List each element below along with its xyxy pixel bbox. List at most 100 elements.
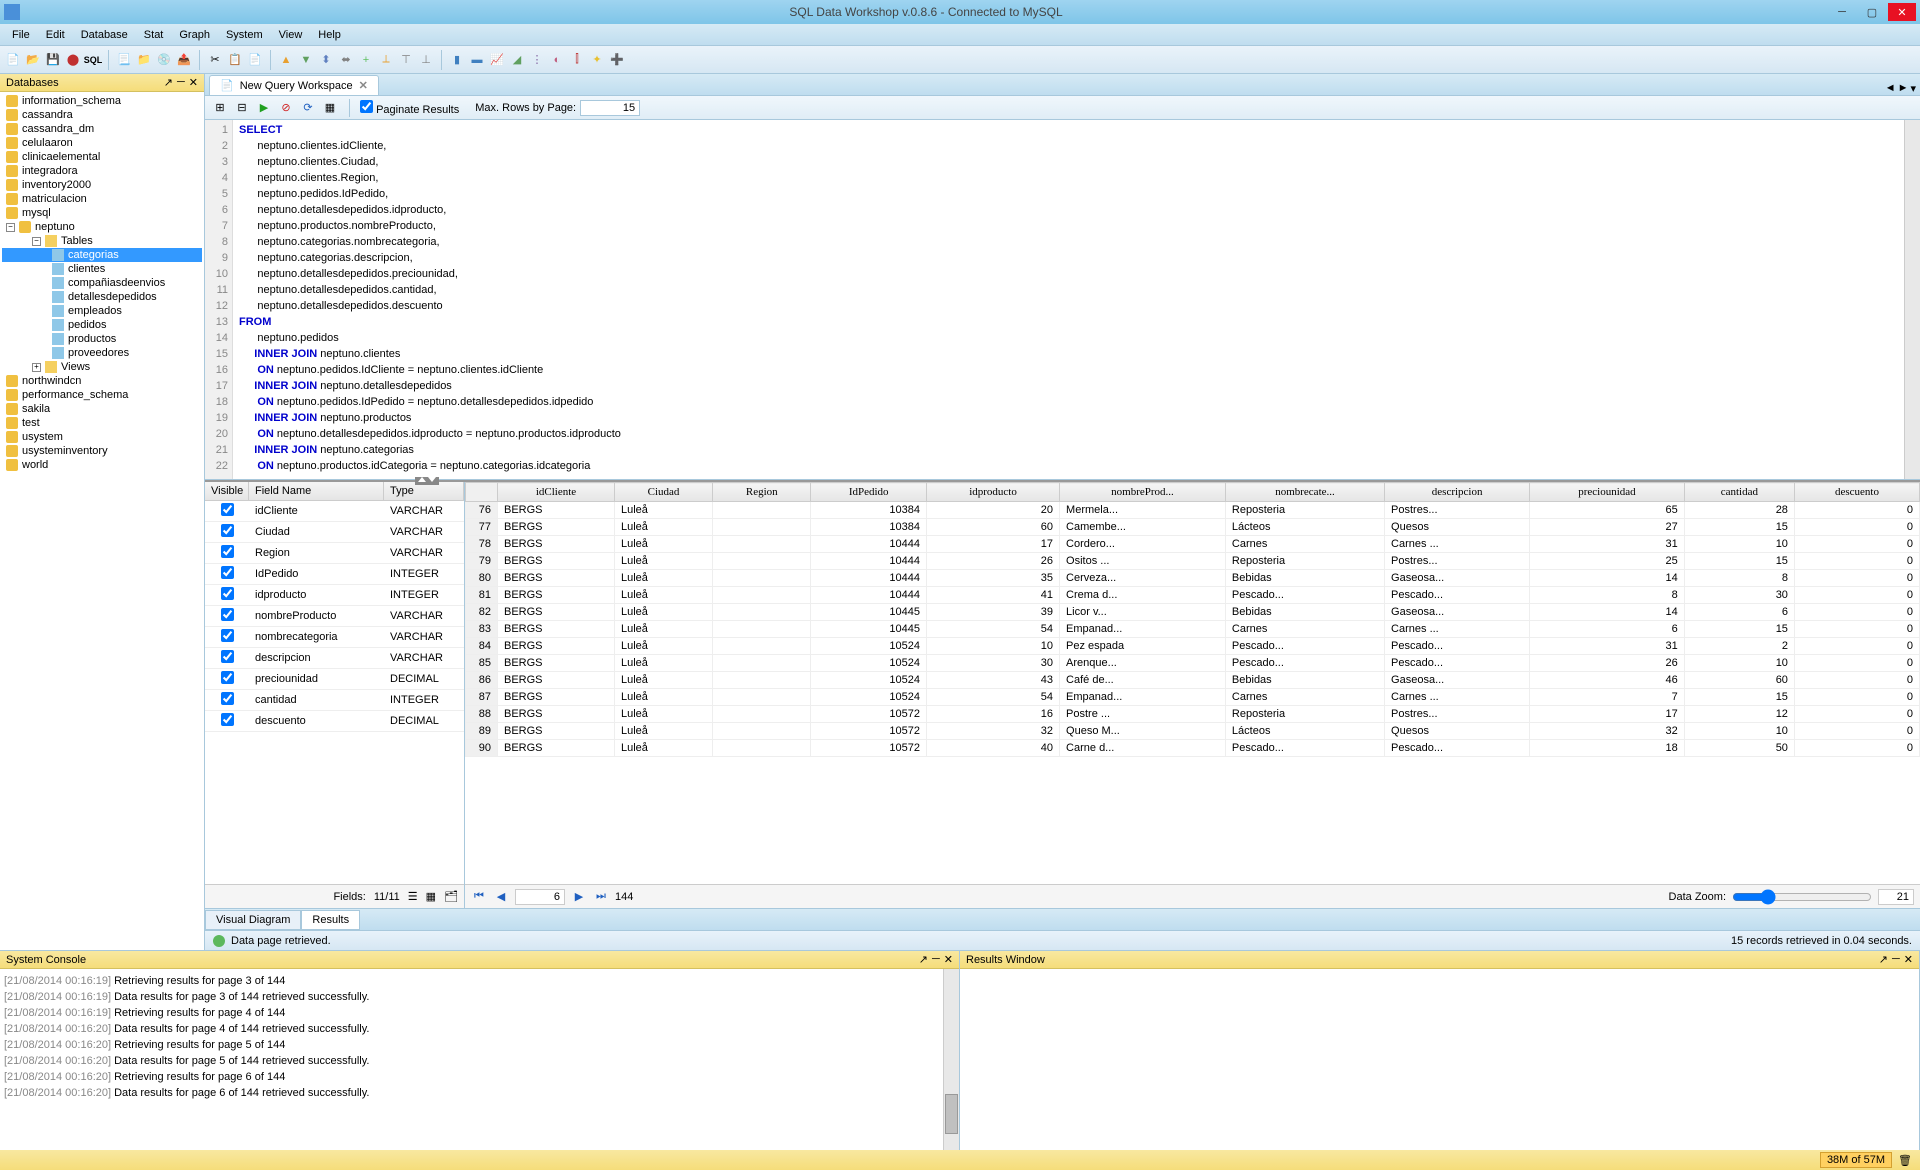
field-row[interactable]: idproductoINTEGER [205, 585, 464, 606]
tree-item[interactable]: mysql [2, 206, 202, 220]
maximize-button[interactable]: ▢ [1858, 3, 1886, 21]
fields-list[interactable]: idClienteVARCHARCiudadVARCHARRegionVARCH… [205, 501, 464, 884]
tab-results[interactable]: Results [301, 910, 360, 930]
field-visible-checkbox[interactable] [221, 692, 234, 705]
tree-item[interactable]: northwindcn [2, 374, 202, 388]
menu-system[interactable]: System [218, 27, 271, 43]
stop-icon[interactable]: ⊘ [277, 99, 295, 117]
tree-item[interactable]: performance_schema [2, 388, 202, 402]
console-restore-icon[interactable]: ↗ [919, 953, 928, 966]
field-visible-checkbox[interactable] [221, 545, 234, 558]
tab-prev-icon[interactable]: ◄ [1885, 82, 1896, 95]
chart3-icon[interactable]: ⬍ [317, 51, 335, 69]
chart7-icon[interactable]: ⊤ [397, 51, 415, 69]
chart4-icon[interactable]: ⬌ [337, 51, 355, 69]
bar-chart-icon[interactable]: ▮ [448, 51, 466, 69]
data-grid[interactable]: idClienteCiudadRegionIdPedidoidproducton… [465, 482, 1920, 884]
last-page-icon[interactable]: ⏭ [593, 889, 609, 905]
column-header[interactable]: idproducto [927, 483, 1060, 502]
tree-item[interactable]: usystem [2, 430, 202, 444]
sidebar-min-icon[interactable]: ─ [177, 76, 185, 89]
expander-icon[interactable]: − [32, 237, 41, 246]
tree-item[interactable]: productos [2, 332, 202, 346]
tree-item[interactable]: detallesdepedidos [2, 290, 202, 304]
field-visible-checkbox[interactable] [221, 650, 234, 663]
view-list-icon[interactable]: ☰ [408, 890, 418, 903]
tree-item[interactable]: −neptuno [2, 220, 202, 234]
area-chart-icon[interactable]: ◢ [508, 51, 526, 69]
chart6-icon[interactable]: ⟂ [377, 51, 395, 69]
field-row[interactable]: descuentoDECIMAL [205, 711, 464, 732]
table-row[interactable]: 76BERGSLuleå1038420Mermela...ReposteriaP… [466, 502, 1920, 519]
expand-icon[interactable]: ⊞ [211, 99, 229, 117]
column-header[interactable]: preciounidad [1530, 483, 1684, 502]
doc-icon[interactable]: 📃 [115, 51, 133, 69]
chart8-icon[interactable]: ⊥ [417, 51, 435, 69]
console-min-icon[interactable]: ─ [932, 953, 940, 966]
field-row[interactable]: cantidadINTEGER [205, 690, 464, 711]
sql-editor[interactable]: 12345678910111213141516171819202122 SELE… [205, 120, 1920, 480]
zoom-value[interactable] [1878, 889, 1914, 905]
table-row[interactable]: 88BERGSLuleå1057216Postre ...ReposteriaP… [466, 706, 1920, 723]
paste-icon[interactable]: 📄 [246, 51, 264, 69]
tree-item[interactable]: −Tables [2, 234, 202, 248]
folder-icon[interactable]: 📁 [135, 51, 153, 69]
console-scrollbar[interactable] [943, 969, 959, 1150]
tree-item[interactable]: integradora [2, 164, 202, 178]
field-row[interactable]: RegionVARCHAR [205, 543, 464, 564]
field-row[interactable]: idClienteVARCHAR [205, 501, 464, 522]
menu-edit[interactable]: Edit [38, 27, 73, 43]
line-chart-icon[interactable]: 📈 [488, 51, 506, 69]
console-body[interactable]: [21/08/2014 00:16:19] Retrieving results… [0, 969, 959, 1150]
tree-item[interactable]: inventory2000 [2, 178, 202, 192]
zoom-slider[interactable] [1732, 889, 1872, 905]
scatter-icon[interactable]: ⋮ [528, 51, 546, 69]
tree-item[interactable]: matriculacion [2, 192, 202, 206]
table-row[interactable]: 86BERGSLuleå1052443Café de...BebidasGase… [466, 672, 1920, 689]
tree-item[interactable]: sakila [2, 402, 202, 416]
table-row[interactable]: 81BERGSLuleå1044441Crema d...Pescado...P… [466, 587, 1920, 604]
column-header[interactable]: descripcion [1385, 483, 1530, 502]
splitter-handle[interactable] [415, 477, 439, 485]
sql-icon[interactable]: SQL [84, 51, 102, 69]
table-row[interactable]: 89BERGSLuleå1057232Queso M...LácteosQues… [466, 723, 1920, 740]
tab-close-icon[interactable]: ✕ [359, 79, 368, 92]
tree-item[interactable]: cassandra_dm [2, 122, 202, 136]
grid-icon[interactable]: ▦ [321, 99, 339, 117]
tab-list-icon[interactable]: ▾ [1910, 82, 1916, 95]
star-icon[interactable]: ✦ [588, 51, 606, 69]
open-icon[interactable]: 📂 [24, 51, 42, 69]
tree-item[interactable]: clinicaelemental [2, 150, 202, 164]
chart5-icon[interactable]: + [357, 51, 375, 69]
results-restore-icon[interactable]: ↗ [1879, 953, 1888, 966]
field-row[interactable]: nombreProductoVARCHAR [205, 606, 464, 627]
close-button[interactable]: ✕ [1888, 3, 1916, 21]
field-visible-checkbox[interactable] [221, 503, 234, 516]
menu-stat[interactable]: Stat [136, 27, 172, 43]
tree-item[interactable]: usysteminventory [2, 444, 202, 458]
tab-visual[interactable]: Visual Diagram [205, 910, 301, 930]
maxrows-input[interactable] [580, 100, 640, 116]
tree-item[interactable]: cassandra [2, 108, 202, 122]
plus-icon[interactable]: ➕ [608, 51, 626, 69]
field-visible-checkbox[interactable] [221, 629, 234, 642]
copy-icon[interactable]: 📋 [226, 51, 244, 69]
cut-icon[interactable]: ✂ [206, 51, 224, 69]
menu-database[interactable]: Database [73, 27, 136, 43]
table-row[interactable]: 78BERGSLuleå1044417Cordero...CarnesCarne… [466, 536, 1920, 553]
field-row[interactable]: preciounidadDECIMAL [205, 669, 464, 690]
new-icon[interactable]: 📄 [4, 51, 22, 69]
sql-code[interactable]: SELECT neptuno.clientes.idCliente, neptu… [233, 120, 1920, 479]
field-row[interactable]: nombrecategoriaVARCHAR [205, 627, 464, 648]
view-grid-icon[interactable]: ▦ [426, 890, 436, 903]
column-header[interactable]: Ciudad [614, 483, 712, 502]
table-row[interactable]: 82BERGSLuleå1044539Licor v...BebidasGase… [466, 604, 1920, 621]
pie-icon[interactable]: ◐ [548, 51, 566, 69]
menu-graph[interactable]: Graph [171, 27, 218, 43]
tree-item[interactable]: information_schema [2, 94, 202, 108]
editor-scrollbar[interactable] [1904, 120, 1920, 479]
save-icon[interactable]: 💾 [44, 51, 62, 69]
minimize-button[interactable]: ─ [1828, 3, 1856, 21]
chart2-icon[interactable]: ▼ [297, 51, 315, 69]
column-header[interactable]: nombrecate... [1225, 483, 1384, 502]
